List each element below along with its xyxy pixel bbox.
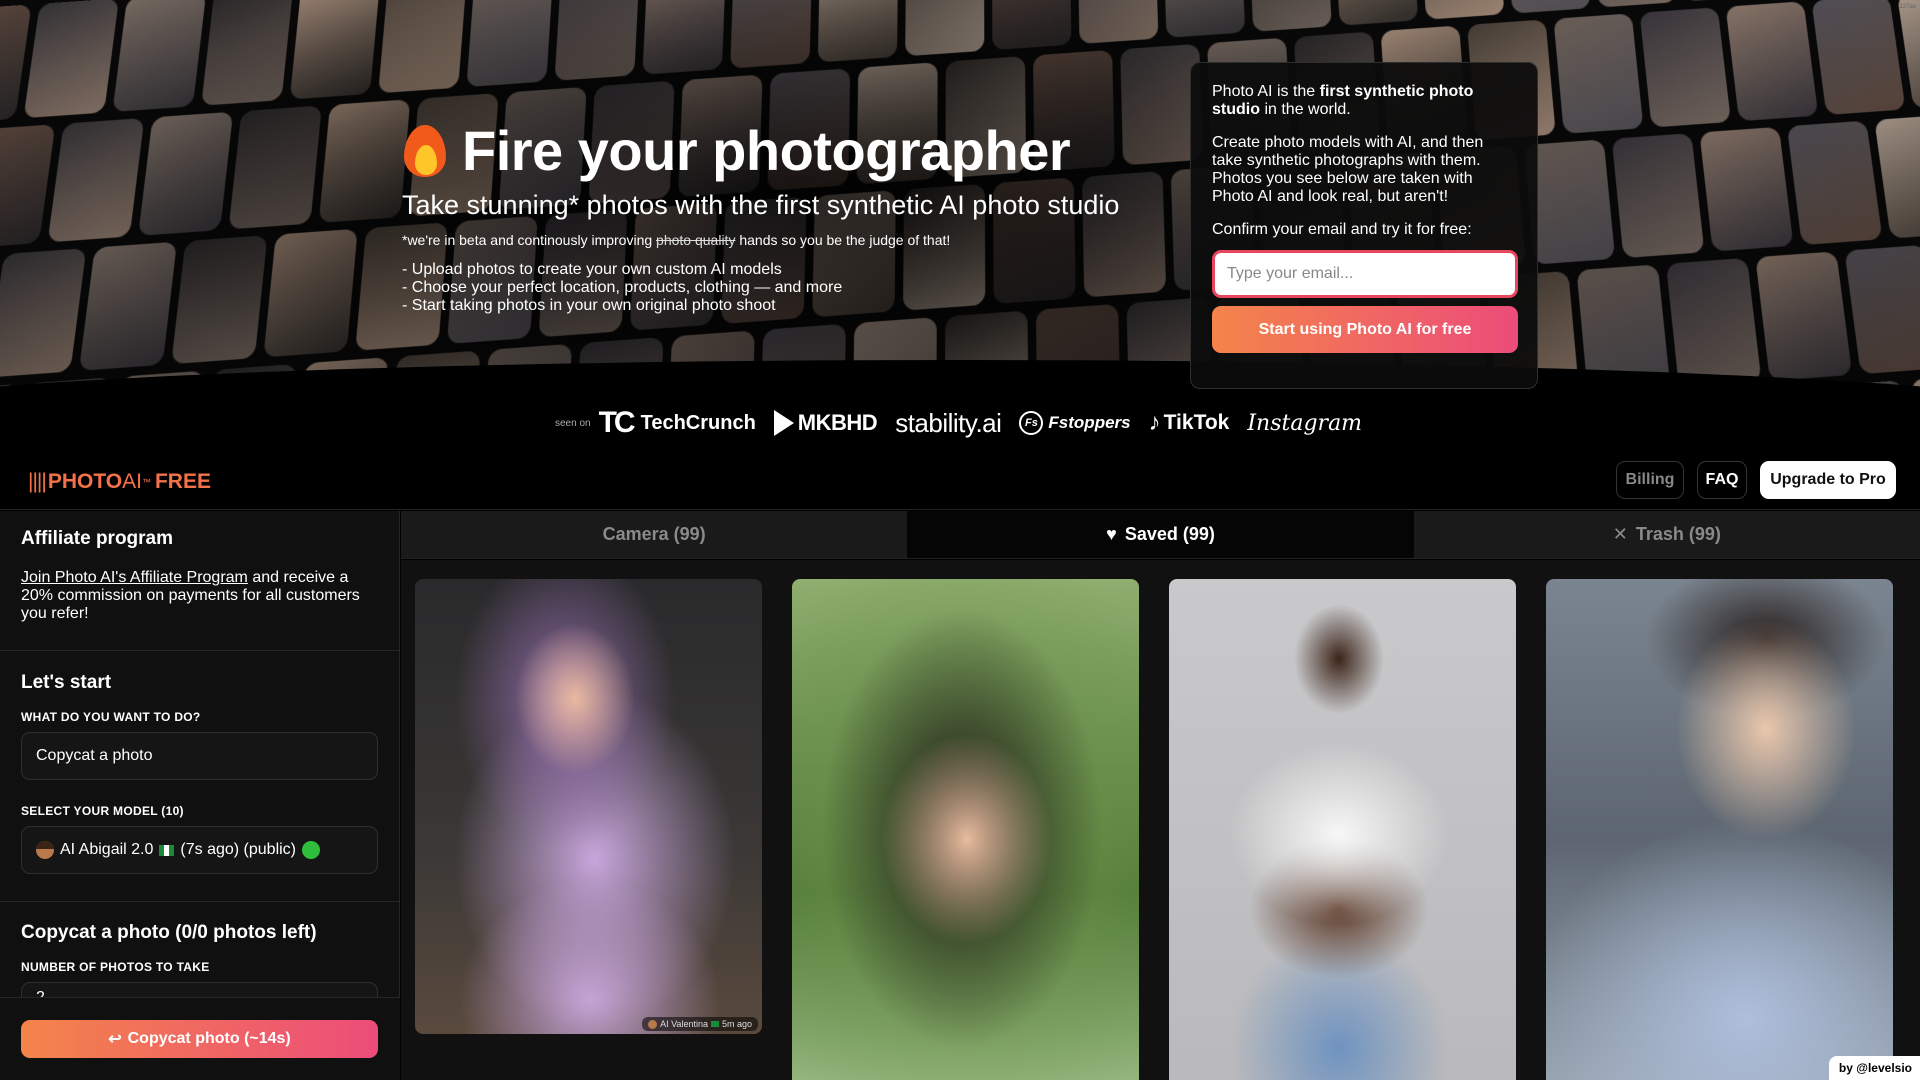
signup-description: Create photo models with AI, and then ta…: [1212, 134, 1516, 206]
start-free-button[interactable]: Start using Photo AI for free: [1212, 306, 1518, 353]
mkbhd-logo[interactable]: MKBHD: [774, 410, 877, 436]
signup-intro: Photo AI is the first synthetic photo st…: [1212, 83, 1516, 119]
hero-subheadline: Take stunning* photos with the first syn…: [402, 190, 1119, 221]
signup-card: Photo AI is the first synthetic photo st…: [1190, 62, 1538, 389]
page-title: Fire your photographer: [462, 118, 1070, 183]
beta-note-text-after: hands so you be the judge of that!: [735, 232, 950, 248]
billing-button[interactable]: Billing: [1616, 461, 1684, 499]
tiktok-logo[interactable]: ♪ TikTok: [1149, 409, 1230, 437]
instagram-logo[interactable]: Instagram: [1247, 411, 1362, 436]
feature-item: - Choose your perfect location, products…: [402, 279, 842, 297]
upgrade-pro-button[interactable]: Upgrade to Pro: [1760, 461, 1896, 499]
heart-icon: ♥: [1106, 524, 1117, 545]
nigeria-flag-icon: [159, 845, 174, 856]
tab-saved[interactable]: ♥ Saved (99): [907, 511, 1413, 558]
author-credit[interactable]: by @levelsio: [1829, 1056, 1920, 1080]
fstoppers-logo[interactable]: Fs Fstoppers: [1019, 411, 1130, 435]
feature-item: - Start taking photos in your own origin…: [402, 297, 842, 315]
copycat-photo-button[interactable]: ↩ Copycat photo (~14s): [21, 1020, 378, 1058]
faq-button[interactable]: FAQ: [1697, 461, 1747, 499]
email-input[interactable]: [1212, 250, 1518, 298]
action-select[interactable]: Copycat a photo: [21, 732, 378, 780]
action-select-value: Copycat a photo: [36, 747, 153, 765]
copycat-button-label: Copycat photo (~14s): [128, 1030, 291, 1048]
model-label: SELECT YOUR MODEL (10): [21, 804, 378, 818]
hero-banner: Fire your photographer Take stunning* ph…: [0, 0, 1920, 395]
signup-intro-text-after: in the world.: [1260, 101, 1351, 118]
copycat-title: Copycat a photo (0/0 photos left): [21, 922, 378, 944]
beta-note-text: *we're in beta and continously improving: [402, 232, 656, 248]
gallery-tabs: Camera (99) ♥ Saved (99) ✕ Trash (99): [401, 511, 1920, 559]
beta-note-struck: photo quality: [656, 232, 735, 248]
model-select-value: AI Abigail 2.0: [60, 841, 153, 859]
photo-tag-time: 5m ago: [722, 1019, 752, 1029]
sidebar: Affiliate program Join Photo AI's Affili…: [0, 511, 400, 1080]
avatar-emoji-icon: [36, 841, 54, 859]
techcrunch-logo[interactable]: TC TechCrunch: [599, 406, 756, 440]
avatar-emoji-icon: [648, 1020, 657, 1029]
photo-grid: AI Valentina 5m ago: [401, 560, 1920, 1080]
x-icon: ✕: [1613, 524, 1628, 545]
stability-logo[interactable]: stability.ai: [895, 408, 1001, 439]
affiliate-section: Affiliate program Join Photo AI's Affili…: [0, 511, 399, 651]
feature-item: - Upload photos to create your own custo…: [402, 261, 842, 279]
feature-list: - Upload photos to create your own custo…: [402, 261, 842, 315]
brand-name-light: AI: [122, 470, 142, 494]
return-icon: ↩: [108, 1029, 121, 1049]
tiktok-note-icon: ♪: [1149, 409, 1161, 437]
mkbhd-text: MKBHD: [798, 410, 877, 436]
tab-label: Trash (99): [1636, 524, 1721, 545]
photo-card[interactable]: [1169, 579, 1516, 1080]
techcrunch-text: TechCrunch: [641, 412, 756, 435]
action-label: WHAT DO YOU WANT TO DO?: [21, 710, 378, 724]
seen-on-label: seen on: [555, 418, 591, 429]
tiktok-text: TikTok: [1164, 411, 1230, 435]
fstoppers-mark-icon: Fs: [1019, 411, 1043, 435]
photo-count-label: NUMBER OF PHOTOS TO TAKE: [21, 960, 378, 974]
brand-bars-icon: ||||: [28, 470, 46, 494]
techcrunch-mark-icon: TC: [599, 406, 633, 440]
tab-label: Camera (99): [603, 524, 706, 545]
tab-label: Saved (99): [1125, 524, 1215, 545]
model-select[interactable]: AI Abigail 2.0 (7s ago) (public): [21, 826, 378, 874]
affiliate-description: Join Photo AI's Affiliate Program and re…: [21, 569, 378, 623]
brand-name: PHOTO: [48, 470, 122, 494]
brand-logo[interactable]: |||| PHOTO AI ™ FREE: [28, 470, 211, 494]
photo-card[interactable]: [792, 579, 1139, 1080]
status-green-dot-icon: [302, 841, 320, 859]
signup-confirm-label: Confirm your email and try it for free:: [1212, 221, 1516, 239]
flag-icon: [711, 1021, 719, 1027]
hero-headline: Fire your photographer: [400, 118, 1070, 183]
model-select-meta: (7s ago) (public): [180, 841, 296, 859]
press-logos: seen on TC TechCrunch MKBHD stability.ai …: [555, 405, 1380, 441]
fstoppers-text: Fstoppers: [1048, 413, 1130, 433]
photo-tag: AI Valentina 5m ago: [642, 1017, 758, 1031]
affiliate-title: Affiliate program: [21, 528, 378, 550]
fire-icon: [400, 123, 450, 179]
photo-tag-model: AI Valentina: [660, 1019, 708, 1029]
signup-intro-text: Photo AI is the: [1212, 83, 1320, 100]
start-title: Let's start: [21, 672, 378, 694]
affiliate-link[interactable]: Join Photo AI's Affiliate Program: [21, 569, 248, 586]
start-section: Let's start WHAT DO YOU WANT TO DO? Copy…: [0, 651, 399, 902]
brand-trademark: ™: [142, 477, 151, 487]
mkbhd-mark-icon: [774, 410, 794, 436]
photo-card[interactable]: [1546, 579, 1893, 1080]
tab-trash[interactable]: ✕ Trash (99): [1414, 511, 1920, 558]
tab-camera[interactable]: Camera (99): [401, 511, 907, 558]
version-label: 137ae: [1899, 4, 1916, 10]
sidebar-footer: ↩ Copycat photo (~14s): [0, 997, 400, 1080]
beta-note: *we're in beta and continously improving…: [402, 232, 950, 248]
photo-card[interactable]: AI Valentina 5m ago: [415, 579, 762, 1034]
plan-badge: FREE: [155, 470, 211, 494]
